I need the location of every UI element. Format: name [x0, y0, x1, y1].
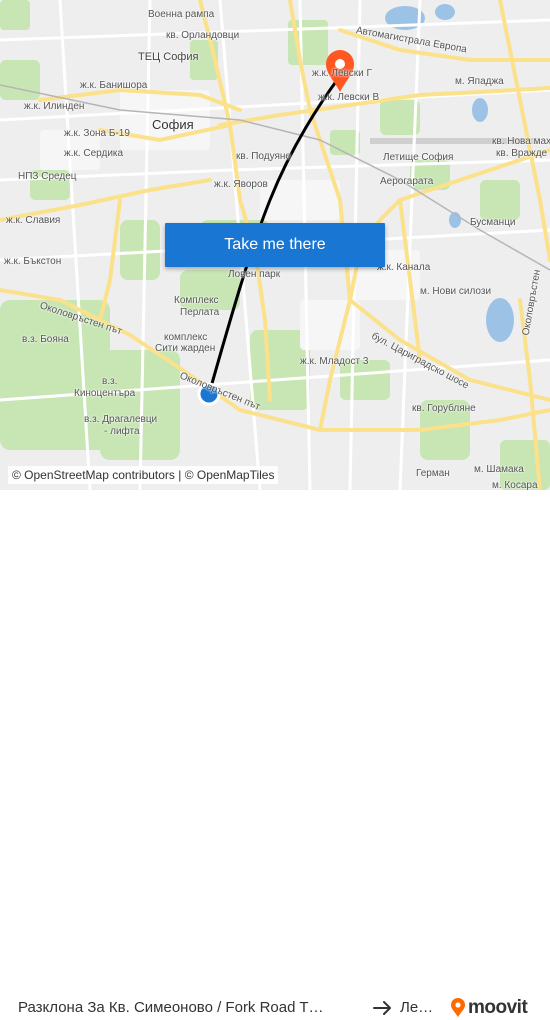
- moovit-logo[interactable]: moovit: [450, 996, 540, 1020]
- map-label: кв. Вражде: [496, 148, 548, 159]
- map-label: ж.к. Бъкстон: [4, 256, 62, 267]
- map-label: Летище София: [383, 152, 454, 163]
- map-label: ж.к. Младост 3: [300, 356, 369, 367]
- map-label: Киноцентъра: [74, 388, 136, 399]
- footer-bar: Разклона За Кв. Симеоново / Fork Road T……: [0, 490, 550, 1018]
- map-label: м. Япаджа: [455, 76, 504, 87]
- map-label: Бусманци: [470, 217, 516, 228]
- map-label: в.з.: [102, 376, 118, 387]
- map-label: ж.к. Илинден: [24, 101, 85, 112]
- map-label: кв. Подуяне: [236, 151, 291, 162]
- map-label: ж.к. Славия: [6, 215, 61, 226]
- map-label: в.з. Бояна: [22, 334, 69, 345]
- map-label: кв. Нова мах: [492, 136, 550, 147]
- map-attribution-text[interactable]: © OpenStreetMap contributors | © OpenMap…: [12, 468, 274, 482]
- map-label: ж.к. Левски Г: [312, 68, 372, 79]
- map-label: Герман: [416, 468, 450, 479]
- map-label: - лифта: [104, 426, 140, 437]
- map-label: в.з. Драгалевци: [84, 414, 158, 425]
- map-label: Перлата: [180, 307, 220, 318]
- map-attribution[interactable]: © OpenStreetMap contributors | © OpenMap…: [8, 466, 279, 484]
- destination-name: Ле…: [400, 999, 434, 1016]
- map-label: НПЗ Средец: [18, 171, 77, 182]
- map-label: Военна рампа: [148, 9, 215, 20]
- right-arrow-icon: [373, 1001, 391, 1015]
- map-label: ж.к. Яворов: [214, 179, 268, 190]
- map-label: ж.к. Левски В: [318, 92, 380, 103]
- map-label: м. Нови силози: [420, 286, 492, 297]
- map-label: ж.к. Банишора: [80, 80, 148, 91]
- map-label: комплекс: [164, 332, 208, 343]
- moovit-logo-text: moovit: [468, 997, 528, 1018]
- map-label: кв. Горубляне: [412, 403, 476, 414]
- map-label: кв. Орландовци: [166, 30, 240, 41]
- take-me-there-button[interactable]: Take me there: [165, 223, 385, 267]
- map-label: Комплекс: [174, 295, 219, 306]
- moovit-logo-icon: [451, 998, 465, 1017]
- map-canvas[interactable]: Военна рампа кв. Орландовци ТЕЦ София ж.…: [0, 0, 550, 490]
- map-label: м. Косара: [492, 480, 538, 490]
- map-label: Ловен парк: [228, 269, 281, 280]
- origin-stop-name: Разклона За Кв. Симеоново / Fork Road T…: [18, 999, 324, 1016]
- map-label: София: [152, 117, 194, 132]
- map-label: ж.к. Сердика: [64, 148, 124, 159]
- map-label: Сити жарден: [155, 343, 216, 354]
- map-label: Аерогарата: [380, 176, 434, 187]
- map-label: м. Шамака: [474, 464, 524, 475]
- map-label: ж.к. Зона Б-19: [64, 128, 130, 139]
- map-label: ТЕЦ София: [138, 51, 199, 63]
